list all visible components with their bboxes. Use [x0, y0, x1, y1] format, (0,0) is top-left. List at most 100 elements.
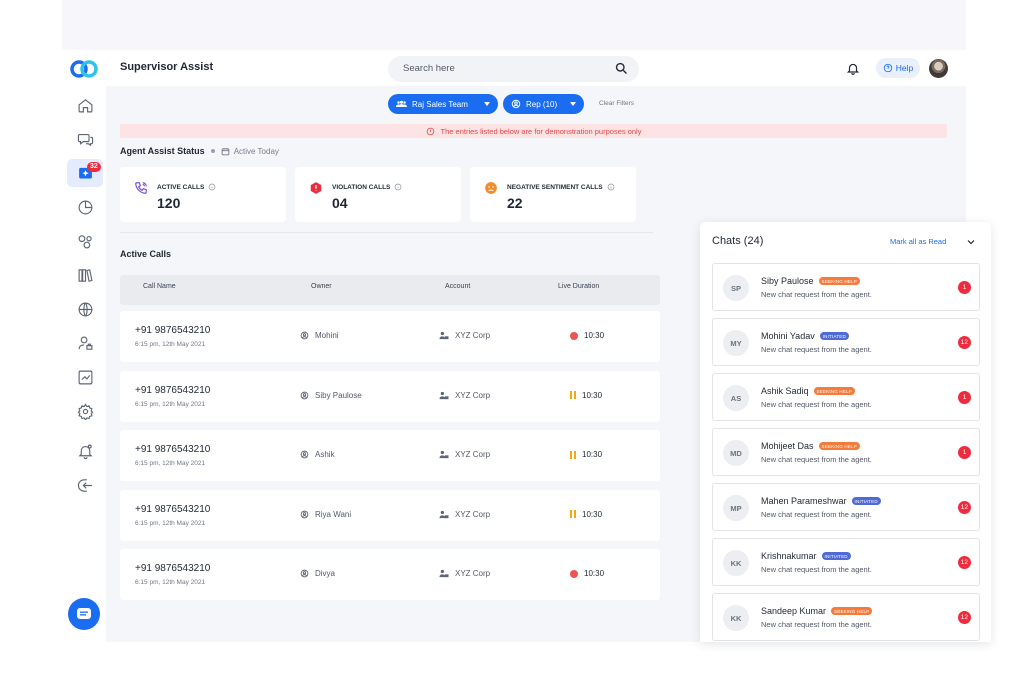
separator-dot: [210, 149, 215, 153]
calendar-icon: [221, 147, 229, 155]
column-header[interactable]: Owner: [311, 283, 332, 290]
clear-filters-link[interactable]: Clear Filters: [599, 100, 634, 107]
search-input[interactable]: Search here: [388, 56, 639, 82]
chat-card[interactable]: SP Siby Paulose SEEKING HELP New chat reque…: [712, 263, 980, 311]
owner-name: Siby Paulose: [315, 390, 362, 400]
call-account: XYZ Corp: [439, 450, 490, 459]
globe-icon[interactable]: [74, 298, 96, 320]
status-badge: SEEKING HELP: [813, 387, 855, 395]
chat-avatar: MD: [723, 440, 749, 466]
bell-person-icon[interactable]: [74, 440, 96, 462]
chat-name-row: Krishnakumar INITIATED: [761, 551, 851, 561]
main-content: Supervisor Assist Search here Help Raj S…: [106, 50, 991, 642]
info-alert-icon: [426, 127, 434, 135]
account-icon: [439, 570, 449, 578]
table-row[interactable]: +91 9876543210 6:15 pm, 12th May 2021 Ashi…: [120, 430, 660, 482]
info-icon[interactable]: [607, 183, 615, 191]
stat-label-text: ACTIVE CALLS: [157, 183, 205, 191]
account-icon: [439, 451, 449, 459]
unread-count-badge: 12: [957, 336, 971, 349]
call-account: XYZ Corp: [439, 331, 490, 340]
help-label: Help: [895, 63, 914, 73]
chat-card[interactable]: MP Mahen Parameshwar INITIATED New chat req…: [712, 483, 980, 531]
unread-count-badge: 1: [958, 391, 971, 404]
call-phone: +91 9876543210: [135, 563, 211, 575]
table-header: Call Name Owner Account Live Duration: [120, 275, 660, 305]
chat-avatar: MP: [723, 495, 749, 521]
chat-name-row: Mohijeet Das SEEKING HELP: [761, 441, 860, 451]
chat-card[interactable]: MD Mohijeet Das SEEKING HELP New chat reque…: [712, 428, 980, 476]
divider: [120, 232, 653, 233]
info-icon[interactable]: [208, 183, 216, 191]
rep-filter-dropdown[interactable]: Rep (10): [503, 94, 584, 114]
trend-icon[interactable]: [74, 366, 96, 388]
logout-icon[interactable]: [74, 474, 96, 496]
app-logo-icon[interactable]: [70, 60, 98, 78]
table-row[interactable]: +91 9876543210 6:15 pm, 12th May 2021 Riya…: [120, 489, 660, 541]
call-owner: Riya Wani: [300, 510, 351, 519]
call-time: 6:15 pm, 12th May 2021: [135, 579, 206, 587]
sidebar: 32: [62, 50, 106, 642]
search-icon[interactable]: [614, 61, 629, 76]
account-icon: [439, 510, 449, 518]
status-badge: SEEKING HELP: [831, 607, 873, 615]
call-phone: +91 9876543210: [135, 384, 211, 396]
caret-down-icon: [484, 102, 490, 106]
chat-card[interactable]: KK Krishnakumar INITIATED New chat request …: [712, 538, 980, 586]
rep-filter-label: Rep (10): [526, 99, 558, 109]
duration-value: 10:30: [582, 390, 603, 400]
chats-title: Chats (24): [712, 235, 764, 247]
column-header[interactable]: Account: [445, 283, 470, 290]
recording-indicator-icon: [570, 331, 578, 340]
column-header[interactable]: Live Duration: [558, 283, 599, 290]
table-row[interactable]: +91 9876543210 6:15 pm, 12th May 2021 Mohi…: [120, 311, 660, 362]
chats-panel: Chats (24) Mark all as Read SP Siby Paulo…: [700, 222, 991, 642]
chat-bubbles-icon[interactable]: [74, 128, 96, 150]
chat-fab-button[interactable]: [68, 598, 100, 630]
bell-icon[interactable]: [846, 61, 860, 76]
user-circle-icon: [300, 450, 309, 459]
chat-card[interactable]: MY Mohini Yadav INITIATED New chat request …: [712, 318, 980, 366]
bubbles-icon[interactable]: [74, 230, 96, 252]
stat-card-violation-calls[interactable]: VIOLATION CALLS 04: [295, 167, 461, 222]
demo-banner: The entries listed below are for demonst…: [120, 124, 947, 138]
chevron-down-icon[interactable]: [965, 236, 977, 248]
pause-indicator-icon: [570, 391, 576, 400]
banner-text: The entries listed below are for demonst…: [440, 126, 642, 136]
stat-label: ACTIVE CALLS: [157, 183, 216, 191]
pause-indicator-icon: [570, 510, 576, 519]
stat-card-active-calls[interactable]: ACTIVE CALLS 120: [120, 167, 286, 222]
user-circle-icon: [511, 99, 521, 109]
home-icon[interactable]: [74, 94, 96, 116]
chat-card[interactable]: KK Sandeep Kumar SEEKING HELP New chat requ…: [712, 593, 980, 641]
chat-icon: [77, 608, 91, 619]
stat-card-negative-sentiment[interactable]: NEGATIVE SENTIMENT CALLS 22: [470, 167, 636, 222]
user-circle-icon: [300, 331, 309, 340]
status-badge: SEEKING HELP: [818, 442, 860, 450]
mark-all-read-link[interactable]: Mark all as Read: [890, 237, 946, 246]
user-avatar[interactable]: [929, 59, 948, 78]
chat-name: Mahen Parameshwar: [761, 496, 847, 506]
call-time: 6:15 pm, 12th May 2021: [135, 341, 206, 348]
team-filter-dropdown[interactable]: Raj Sales Team: [388, 94, 498, 114]
library-icon[interactable]: [74, 264, 96, 286]
table-row[interactable]: +91 9876543210 6:15 pm, 12th May 2021 Divy…: [120, 549, 660, 601]
account-name: XYZ Corp: [455, 509, 491, 519]
column-header[interactable]: Call Name: [143, 283, 176, 290]
chat-name: Mohini Yadav: [761, 331, 815, 341]
account-name: XYZ Corp: [455, 390, 491, 400]
table-row[interactable]: +91 9876543210 6:15 pm, 12th May 2021 Siby…: [120, 370, 660, 422]
pause-indicator-icon: [570, 450, 576, 459]
help-button[interactable]: Help: [876, 58, 920, 78]
call-time: 6:15 pm, 12th May 2021: [135, 460, 206, 468]
info-icon[interactable]: [394, 183, 402, 191]
chat-avatar: KK: [723, 605, 749, 631]
pie-chart-icon[interactable]: [74, 196, 96, 218]
users-icon[interactable]: [74, 332, 96, 354]
gear-icon[interactable]: [74, 400, 96, 422]
chat-card[interactable]: AS Ashik Sadiq SEEKING HELP New chat reques…: [712, 373, 980, 421]
active-calls-title: Active Calls: [120, 249, 172, 259]
chat-name-row: Sandeep Kumar SEEKING HELP: [761, 606, 873, 616]
caret-down-icon: [570, 102, 576, 106]
call-time: 6:15 pm, 12th May 2021: [135, 400, 206, 408]
